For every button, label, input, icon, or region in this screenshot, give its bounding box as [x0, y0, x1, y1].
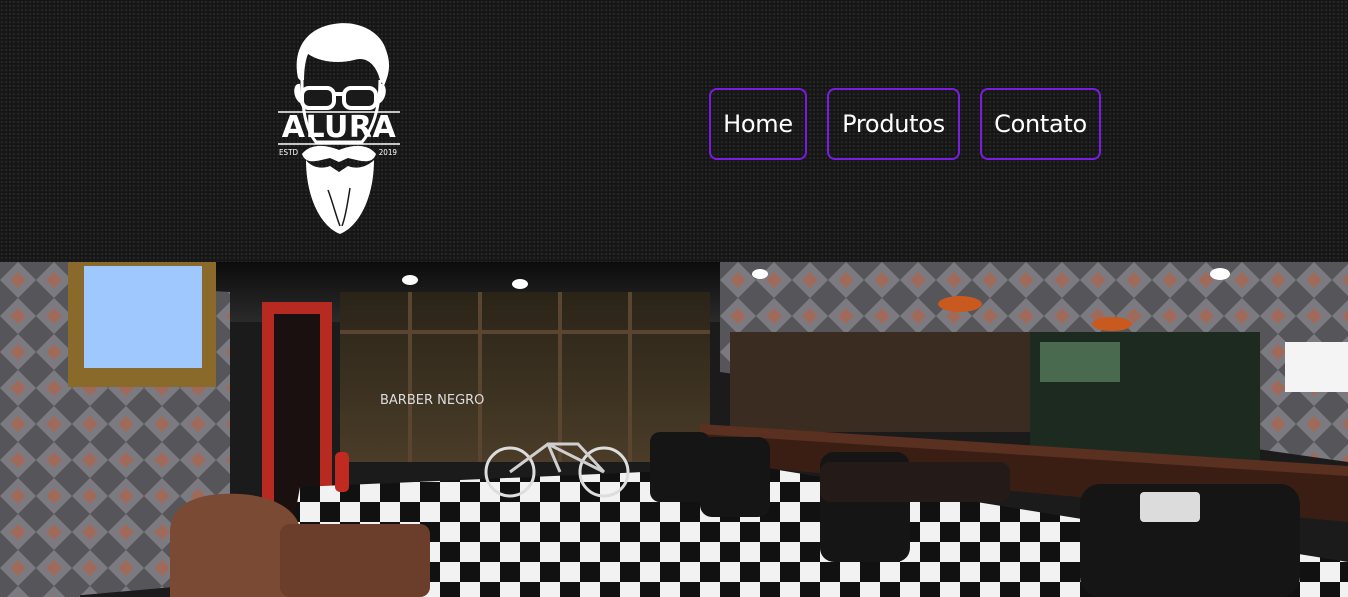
brand-estd-label: ESTD — [279, 148, 299, 157]
main-nav: Home Produtos Contato — [709, 88, 1101, 160]
nav-link-home[interactable]: Home — [709, 88, 807, 160]
brand-logo[interactable]: ALURA ESTD 2019 — [276, 20, 402, 238]
window-sign: BARBER NEGRO — [380, 393, 484, 408]
brand-name: ALURA — [281, 110, 397, 145]
hero-banner: BARBER NEGRO — [0, 262, 1348, 597]
nav-link-contato[interactable]: Contato — [980, 88, 1101, 160]
brand-year: 2019 — [378, 148, 397, 157]
nav-link-produtos[interactable]: Produtos — [827, 88, 960, 160]
site-header: ALURA ESTD 2019 Home Produtos Contato — [0, 0, 1348, 262]
barbershop-photo: BARBER NEGRO — [0, 262, 1348, 597]
